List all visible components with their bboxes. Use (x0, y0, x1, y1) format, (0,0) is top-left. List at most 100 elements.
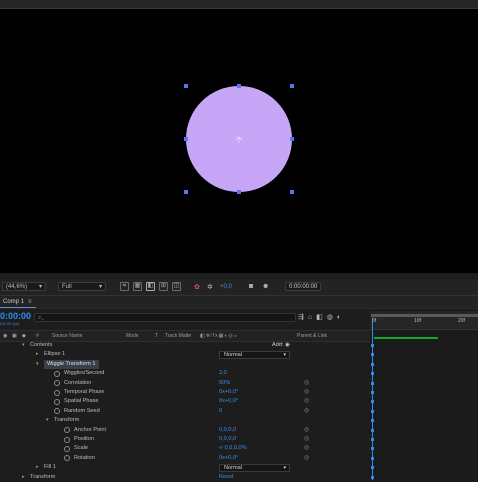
stopwatch-icon[interactable] (64, 455, 70, 462)
layer-row[interactable]: Wiggles/Second 2,0 (0, 369, 370, 378)
exposure-value[interactable]: +0,0 (220, 284, 232, 290)
handle[interactable] (184, 84, 188, 88)
composition-viewer[interactable] (0, 9, 478, 273)
property-value[interactable]: 0 (219, 407, 222, 416)
transparency-grid-icon[interactable]: ▦ (133, 282, 142, 291)
keyframe-marker[interactable] (371, 428, 374, 432)
keyframe-marker[interactable] (371, 447, 374, 451)
layer-row[interactable]: ▾ Transform (0, 416, 370, 425)
twirl-open-icon[interactable]: ▾ (36, 360, 39, 369)
stopwatch-icon[interactable] (64, 427, 70, 434)
label-icon[interactable]: ◆ (22, 331, 26, 341)
stopwatch-icon[interactable] (64, 445, 70, 452)
property-value[interactable]: 0,0,0,0 (219, 426, 236, 435)
keyframe-marker[interactable] (371, 419, 374, 423)
layer-row[interactable]: Position 0,0,0,0 ◎ (0, 435, 370, 444)
property-value[interactable]: 0x+0,0° (219, 388, 238, 397)
lock-icon[interactable]: ▣ (12, 331, 17, 341)
layer-row[interactable]: Spatial Phase 0x+0,0° ◎ (0, 397, 370, 406)
playhead[interactable] (372, 318, 373, 480)
handle[interactable] (290, 137, 294, 141)
menu-icon[interactable]: ≡ (28, 299, 32, 305)
blend-mode-dropdown[interactable]: Normal ▾ (219, 350, 290, 359)
layer-duration-bar[interactable] (374, 337, 438, 339)
layer-row[interactable]: Scale ∞ 0,0,0,0% ◎ (0, 444, 370, 453)
track-matte-header[interactable]: Track Matte (165, 331, 191, 341)
add-button[interactable]: Add: ◉ (272, 341, 290, 350)
pickwhip-icon[interactable]: ◎ (304, 407, 309, 416)
keyframe-marker[interactable] (371, 475, 374, 479)
stopwatch-icon[interactable] (54, 389, 60, 396)
property-value[interactable]: 0x+0,0° (219, 454, 238, 463)
property-value[interactable]: 2,0 (219, 369, 227, 378)
stopwatch-icon[interactable] (64, 436, 70, 443)
parent-link-header[interactable]: Parent & Link (297, 331, 327, 341)
keyframe-marker[interactable] (371, 381, 374, 385)
pickwhip-icon[interactable]: ◎ (304, 426, 309, 435)
keyframe-marker[interactable] (371, 438, 374, 441)
camera-snapshot-icon[interactable]: ◙ (249, 283, 253, 290)
pickwhip-icon[interactable]: ◎ (304, 388, 309, 397)
twirl-closed-icon[interactable]: ▸ (36, 350, 39, 359)
keyframe-marker[interactable] (371, 353, 374, 357)
work-area-bar[interactable] (371, 314, 478, 317)
stopwatch-icon[interactable] (54, 408, 60, 415)
timeline-timecode[interactable]: 0:00:00 (0, 311, 31, 321)
twirl-closed-icon[interactable]: ▸ (36, 463, 39, 472)
layer-row[interactable]: ▸ Transform Reset (0, 473, 370, 482)
blend-mode-dropdown[interactable]: Normal ▾ (219, 463, 290, 472)
layer-row[interactable]: ▾ Wiggle Transform 1 (0, 359, 370, 369)
layer-row[interactable]: Correlation 50% ◎ (0, 379, 370, 388)
mask-visibility-icon[interactable]: ◧ (146, 282, 155, 291)
property-value[interactable]: ∞ 0,0,0,0% (219, 444, 247, 453)
eye-icon[interactable]: ◉ (3, 331, 7, 341)
show-snapshot-icon[interactable]: ☻ (262, 283, 269, 290)
property-value[interactable]: Reset (219, 473, 234, 482)
layer-search-input[interactable]: ⌕⌄ (34, 313, 296, 322)
handle[interactable] (290, 84, 294, 88)
ellipse-layer[interactable] (184, 84, 294, 194)
timeline-switches-icons[interactable]: ⇶⌂◧◍◐ (298, 313, 345, 321)
region-of-interest-icon[interactable]: ⌗ (120, 282, 129, 291)
handle[interactable] (290, 190, 294, 194)
pickwhip-icon[interactable]: ◎ (304, 435, 309, 444)
current-time-field[interactable]: 0:00:00:00 (285, 282, 321, 291)
layer-row[interactable]: Rotation 0x+0,0° ◎ (0, 454, 370, 463)
keyframe-marker[interactable] (371, 372, 374, 376)
layer-row[interactable]: ▸ Fill 1 Normal ▾ (0, 463, 370, 472)
handle[interactable] (184, 137, 188, 141)
pickwhip-icon[interactable]: ◎ (304, 454, 309, 463)
handle[interactable] (237, 84, 241, 88)
pickwhip-icon[interactable]: ◎ (304, 397, 309, 406)
property-value[interactable]: 0x+0,0° (219, 397, 238, 406)
timeline-graph[interactable] (370, 310, 478, 480)
twirl-closed-icon[interactable]: ▸ (22, 473, 25, 482)
pickwhip-icon[interactable]: ◎ (304, 444, 309, 453)
source-name-header[interactable]: Source Name (52, 331, 83, 341)
channel-icon[interactable]: ◫ (172, 282, 181, 291)
keyframe-marker[interactable] (371, 409, 374, 413)
layer-row[interactable]: ▾ Contents Add: ◉ (0, 341, 370, 350)
stopwatch-icon[interactable] (54, 398, 60, 405)
twirl-open-icon[interactable]: ▾ (22, 341, 25, 350)
property-value[interactable]: 0,0,0,0 (219, 435, 236, 444)
keyframe-marker[interactable] (371, 362, 374, 366)
grid-guides-icon[interactable]: ⊞ (159, 282, 168, 291)
tab-comp-1[interactable]: Comp 1 ≡ (0, 296, 36, 308)
keyframe-marker[interactable] (371, 400, 374, 404)
keyframe-marker[interactable] (371, 344, 374, 347)
stopwatch-icon[interactable] (54, 370, 60, 377)
twirl-open-icon[interactable]: ▾ (46, 416, 49, 425)
keyframe-marker[interactable] (371, 466, 374, 470)
color-management-icon[interactable]: ✿ (194, 283, 200, 291)
keyframe-marker[interactable] (371, 456, 374, 460)
layer-row[interactable]: ▸ Ellipse 1 Normal ▾ (0, 350, 370, 359)
gear-icon[interactable]: ✲ (207, 283, 213, 291)
layer-row[interactable]: Anchor Point 0,0,0,0 ◎ (0, 426, 370, 435)
stopwatch-icon[interactable] (54, 380, 60, 387)
resolution-dropdown[interactable]: Full ▾ (58, 282, 106, 291)
layer-row[interactable]: Random Seed 0 ◎ (0, 407, 370, 416)
keyframe-marker[interactable] (371, 391, 374, 394)
property-value[interactable]: 50% (219, 379, 230, 388)
zoom-dropdown[interactable]: (44,6%) ▾ (2, 282, 46, 291)
